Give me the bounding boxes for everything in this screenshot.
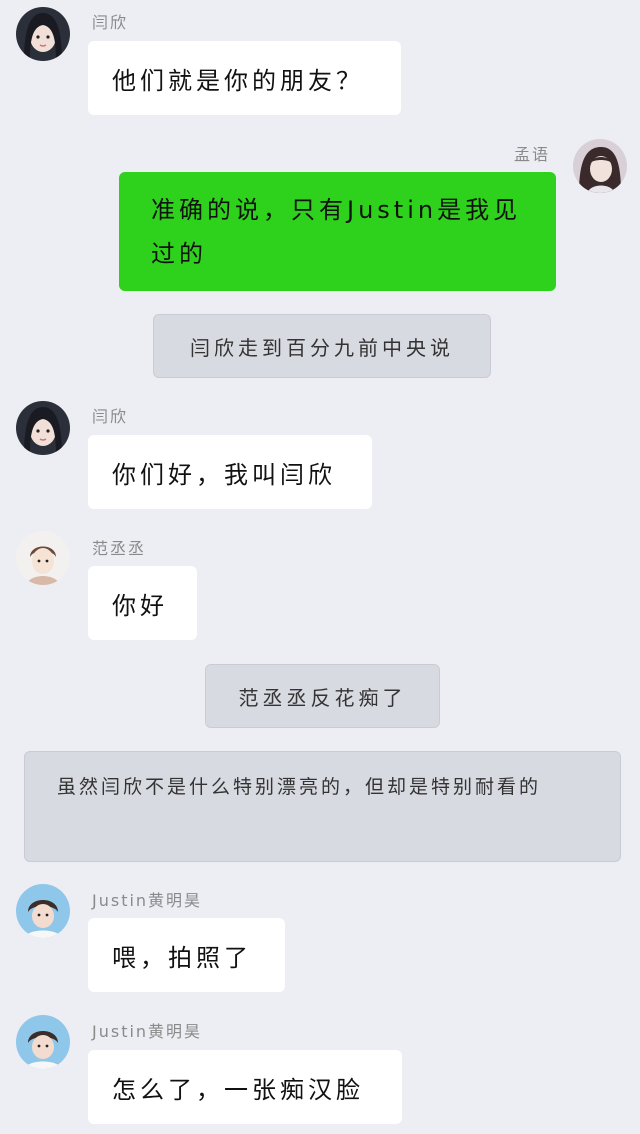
avatar-justin[interactable] bbox=[16, 884, 70, 938]
avatar-yanxin[interactable] bbox=[16, 401, 70, 455]
narration-box: 闫欣走到百分九前中央说 bbox=[153, 314, 491, 378]
sender-name: Justin黄明昊 bbox=[92, 891, 203, 910]
message-bubble[interactable]: 他们就是你的朋友？ bbox=[88, 41, 401, 115]
message-bubble[interactable]: 怎么了，一张痴汉脸 bbox=[88, 1050, 402, 1124]
avatar-justin[interactable] bbox=[16, 1015, 70, 1069]
message-bubble[interactable]: 你好 bbox=[88, 566, 197, 640]
sender-name: 范丞丞 bbox=[92, 539, 147, 558]
avatar-mengyu[interactable] bbox=[573, 139, 627, 193]
sender-name: 闫欣 bbox=[92, 13, 129, 32]
sender-name: 闫欣 bbox=[92, 407, 129, 426]
avatar-yanxin[interactable] bbox=[16, 7, 70, 61]
sender-name: Justin黄明昊 bbox=[92, 1022, 203, 1041]
message-bubble-self[interactable]: 准确的说，只有Justin是我见过的 bbox=[119, 172, 556, 291]
narration-box-wide: 虽然闫欣不是什么特别漂亮的，但却是特别耐看的 bbox=[24, 751, 621, 862]
avatar-fanchengcheng[interactable] bbox=[16, 531, 70, 585]
narration-box: 范丞丞反花痴了 bbox=[205, 664, 440, 728]
message-bubble[interactable]: 喂，拍照了 bbox=[88, 918, 285, 992]
message-bubble[interactable]: 你们好，我叫闫欣 bbox=[88, 435, 372, 509]
sender-name: 孟语 bbox=[514, 145, 551, 164]
